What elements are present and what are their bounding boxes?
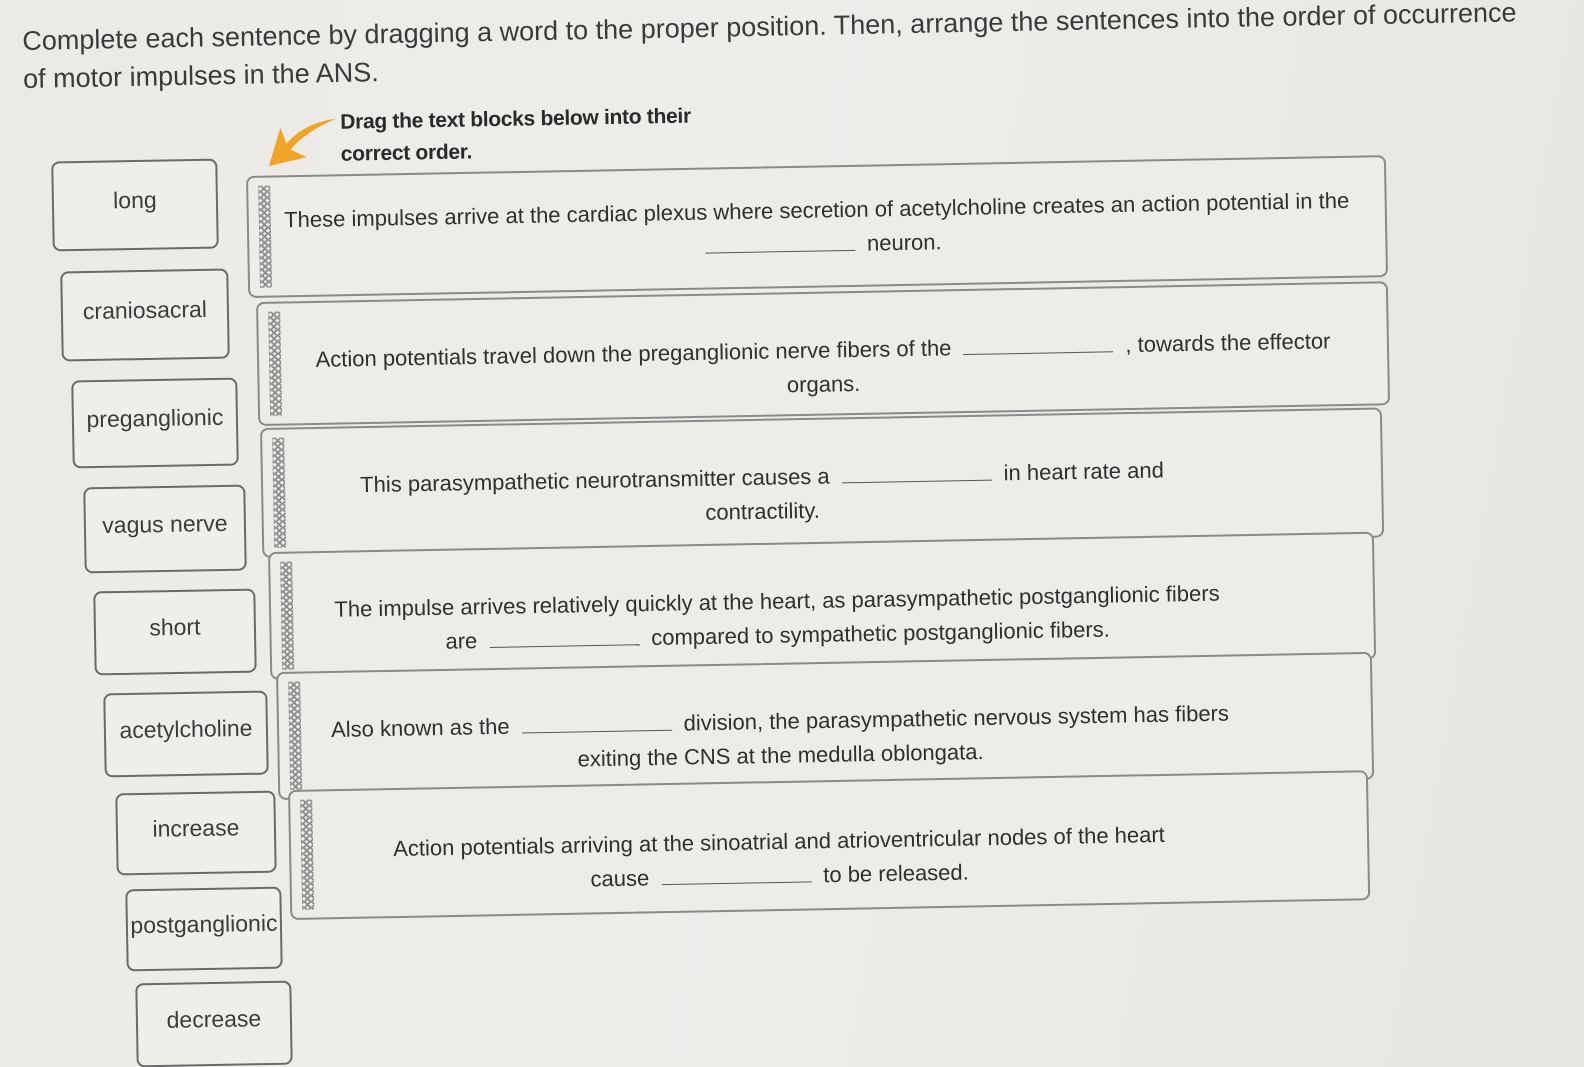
- word-tile-preganglionic[interactable]: preganglionic: [71, 377, 239, 469]
- sentence-text: Action potentials travel down the pregan…: [315, 328, 1331, 398]
- word-label: acetylcholine: [119, 714, 253, 743]
- sentence-text: These impulses arrive at the cardiac ple…: [284, 187, 1350, 256]
- word-label: postganglionic: [130, 909, 278, 938]
- drag-handle-icon[interactable]: [288, 681, 303, 790]
- drop-blank[interactable]: [963, 333, 1114, 356]
- drag-handle-icon[interactable]: [280, 561, 295, 670]
- word-tile-vagus-nerve[interactable]: vagus nerve: [83, 484, 247, 574]
- sentence-block[interactable]: Action potentials arriving at the sinoat…: [288, 770, 1371, 920]
- word-tile-long[interactable]: long: [51, 158, 219, 252]
- arrow-pointer-icon: [269, 118, 337, 166]
- word-label: craniosacral: [82, 295, 208, 324]
- word-label: increase: [152, 813, 240, 842]
- word-tile-decrease[interactable]: decrease: [135, 980, 293, 1067]
- drag-handle-icon[interactable]: [258, 185, 273, 288]
- word-tile-postganglionic[interactable]: postganglionic: [125, 886, 283, 972]
- sentence-block[interactable]: Action potentials travel down the pregan…: [256, 281, 1391, 426]
- sentence-text: Also known as the division, the parasympa…: [330, 700, 1230, 772]
- drag-handle-icon[interactable]: [300, 799, 315, 910]
- drag-hint: Drag the text blocks below into their co…: [266, 100, 721, 174]
- word-label: decrease: [166, 1004, 262, 1033]
- sentence-text: The impulse arrives relatively quickly a…: [334, 580, 1220, 654]
- word-tile-increase[interactable]: increase: [115, 790, 277, 876]
- drag-handle-icon[interactable]: [272, 437, 287, 548]
- word-label: long: [112, 186, 157, 213]
- drop-blank[interactable]: [704, 231, 856, 254]
- question-instructions: Complete each sentence by dragging a wor…: [22, 0, 1517, 94]
- drag-drop-question: Complete each sentence by dragging a wor…: [0, 0, 1584, 1067]
- drop-blank[interactable]: [661, 863, 812, 886]
- word-tile-craniosacral[interactable]: craniosacral: [60, 268, 230, 362]
- drop-blank[interactable]: [521, 711, 672, 734]
- word-label: short: [149, 613, 201, 640]
- word-label: vagus nerve: [102, 509, 228, 538]
- sentence-text: This parasympathetic neurotransmitter ca…: [359, 457, 1165, 525]
- hint-text: Drag the text blocks below into their co…: [340, 104, 692, 166]
- sentence-block[interactable]: These impulses arrive at the cardiac ple…: [246, 155, 1389, 298]
- drop-blank[interactable]: [489, 626, 640, 648]
- drop-blank[interactable]: [841, 461, 992, 484]
- word-label: preganglionic: [86, 403, 224, 432]
- word-tile-acetylcholine[interactable]: acetylcholine: [103, 690, 269, 778]
- drag-handle-icon[interactable]: [268, 311, 283, 416]
- sentence-text: Action potentials arriving at the sinoat…: [393, 821, 1166, 892]
- word-tile-short[interactable]: short: [93, 588, 257, 676]
